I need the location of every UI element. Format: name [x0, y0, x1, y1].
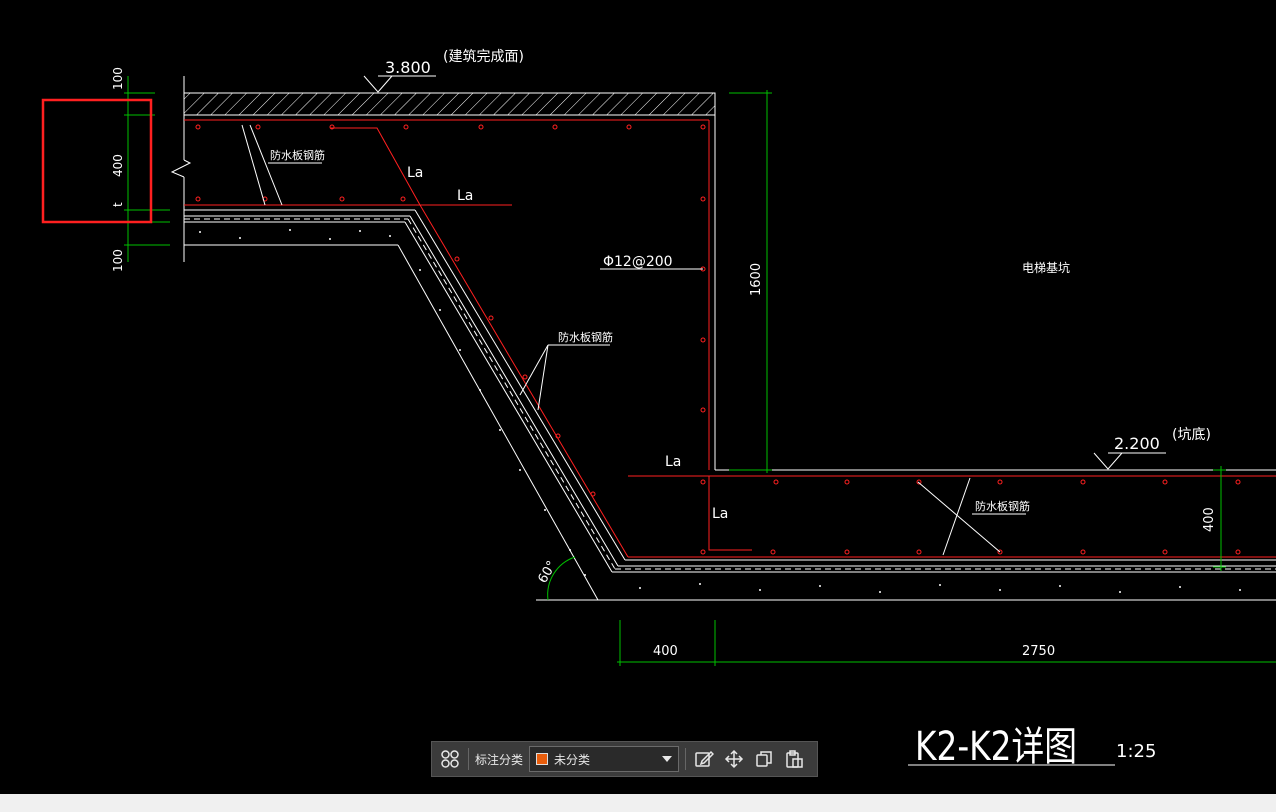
category-color-swatch [536, 753, 549, 765]
dimension-lines [124, 76, 1276, 666]
dim-400-right: 400 [1202, 507, 1217, 532]
dim-100-bottom: 100 [111, 249, 125, 272]
annotation-toolbar: 标注分类 未分类 [431, 741, 818, 777]
cad-drawing-canvas[interactable]: 3.800 (建筑完成面) 2.200 (坑底) La La La La Φ12… [0, 0, 1276, 794]
waterproof-rebar-label-1: 防水板钢筋 [270, 148, 325, 162]
elevation-top-value: 3.800 [385, 58, 431, 77]
copy-icon[interactable] [752, 747, 776, 771]
elevation-marker-top [363, 75, 436, 93]
concrete-fill [199, 229, 1241, 593]
chevron-down-icon [662, 756, 673, 762]
rebar-lines [184, 119, 1276, 558]
anchor-length-label-4: La [712, 506, 728, 522]
waterproof-rebar-label-2: 防水板钢筋 [558, 330, 613, 344]
grid-icon[interactable] [438, 747, 462, 771]
category-dropdown[interactable]: 未分类 [529, 746, 680, 772]
angle-label: 60° [535, 559, 560, 586]
elevation-top-note: (建筑完成面) [443, 49, 524, 65]
dim-t: t [111, 202, 125, 207]
waterproof-rebar-label-3: 防水板钢筋 [975, 499, 1030, 513]
pit-label: 电梯基坑 [1022, 260, 1070, 275]
anchor-length-label-3: La [665, 454, 681, 470]
elevation-bottom-note: (坑底) [1172, 427, 1211, 443]
dim-2750: 2750 [1022, 644, 1055, 659]
detail-scale: 1:25 [1116, 741, 1156, 762]
rebar-dots [195, 124, 1241, 555]
category-label: 标注分类 [475, 752, 524, 767]
anchor-length-label-1: La [407, 165, 423, 181]
waterproof-layer [184, 218, 1276, 570]
detail-title: K2-K2详图 [915, 724, 1077, 770]
elevation-bottom-value: 2.200 [1114, 434, 1160, 453]
status-strip [0, 794, 1276, 812]
dim-400-bottom: 400 [653, 644, 678, 659]
dim-400-left: 400 [111, 154, 125, 177]
leader-lines [241, 124, 1026, 556]
selection-highlight-box[interactable] [41, 98, 153, 224]
dim-100-top: 100 [111, 67, 125, 90]
toolbar-separator [685, 748, 687, 770]
finish-layer-hatch [183, 92, 716, 116]
anchor-length-label-2: La [457, 188, 473, 204]
toolbar-separator [468, 748, 469, 770]
dim-1600: 1600 [749, 263, 764, 296]
category-value: 未分类 [554, 752, 591, 767]
paste-icon[interactable] [782, 747, 806, 771]
elevation-marker-bottom [1093, 452, 1166, 470]
pit-outline [184, 93, 1276, 601]
edit-icon[interactable] [692, 747, 716, 771]
move-icon[interactable] [722, 747, 746, 771]
rebar-spec-label: Φ12@200 [603, 254, 673, 270]
